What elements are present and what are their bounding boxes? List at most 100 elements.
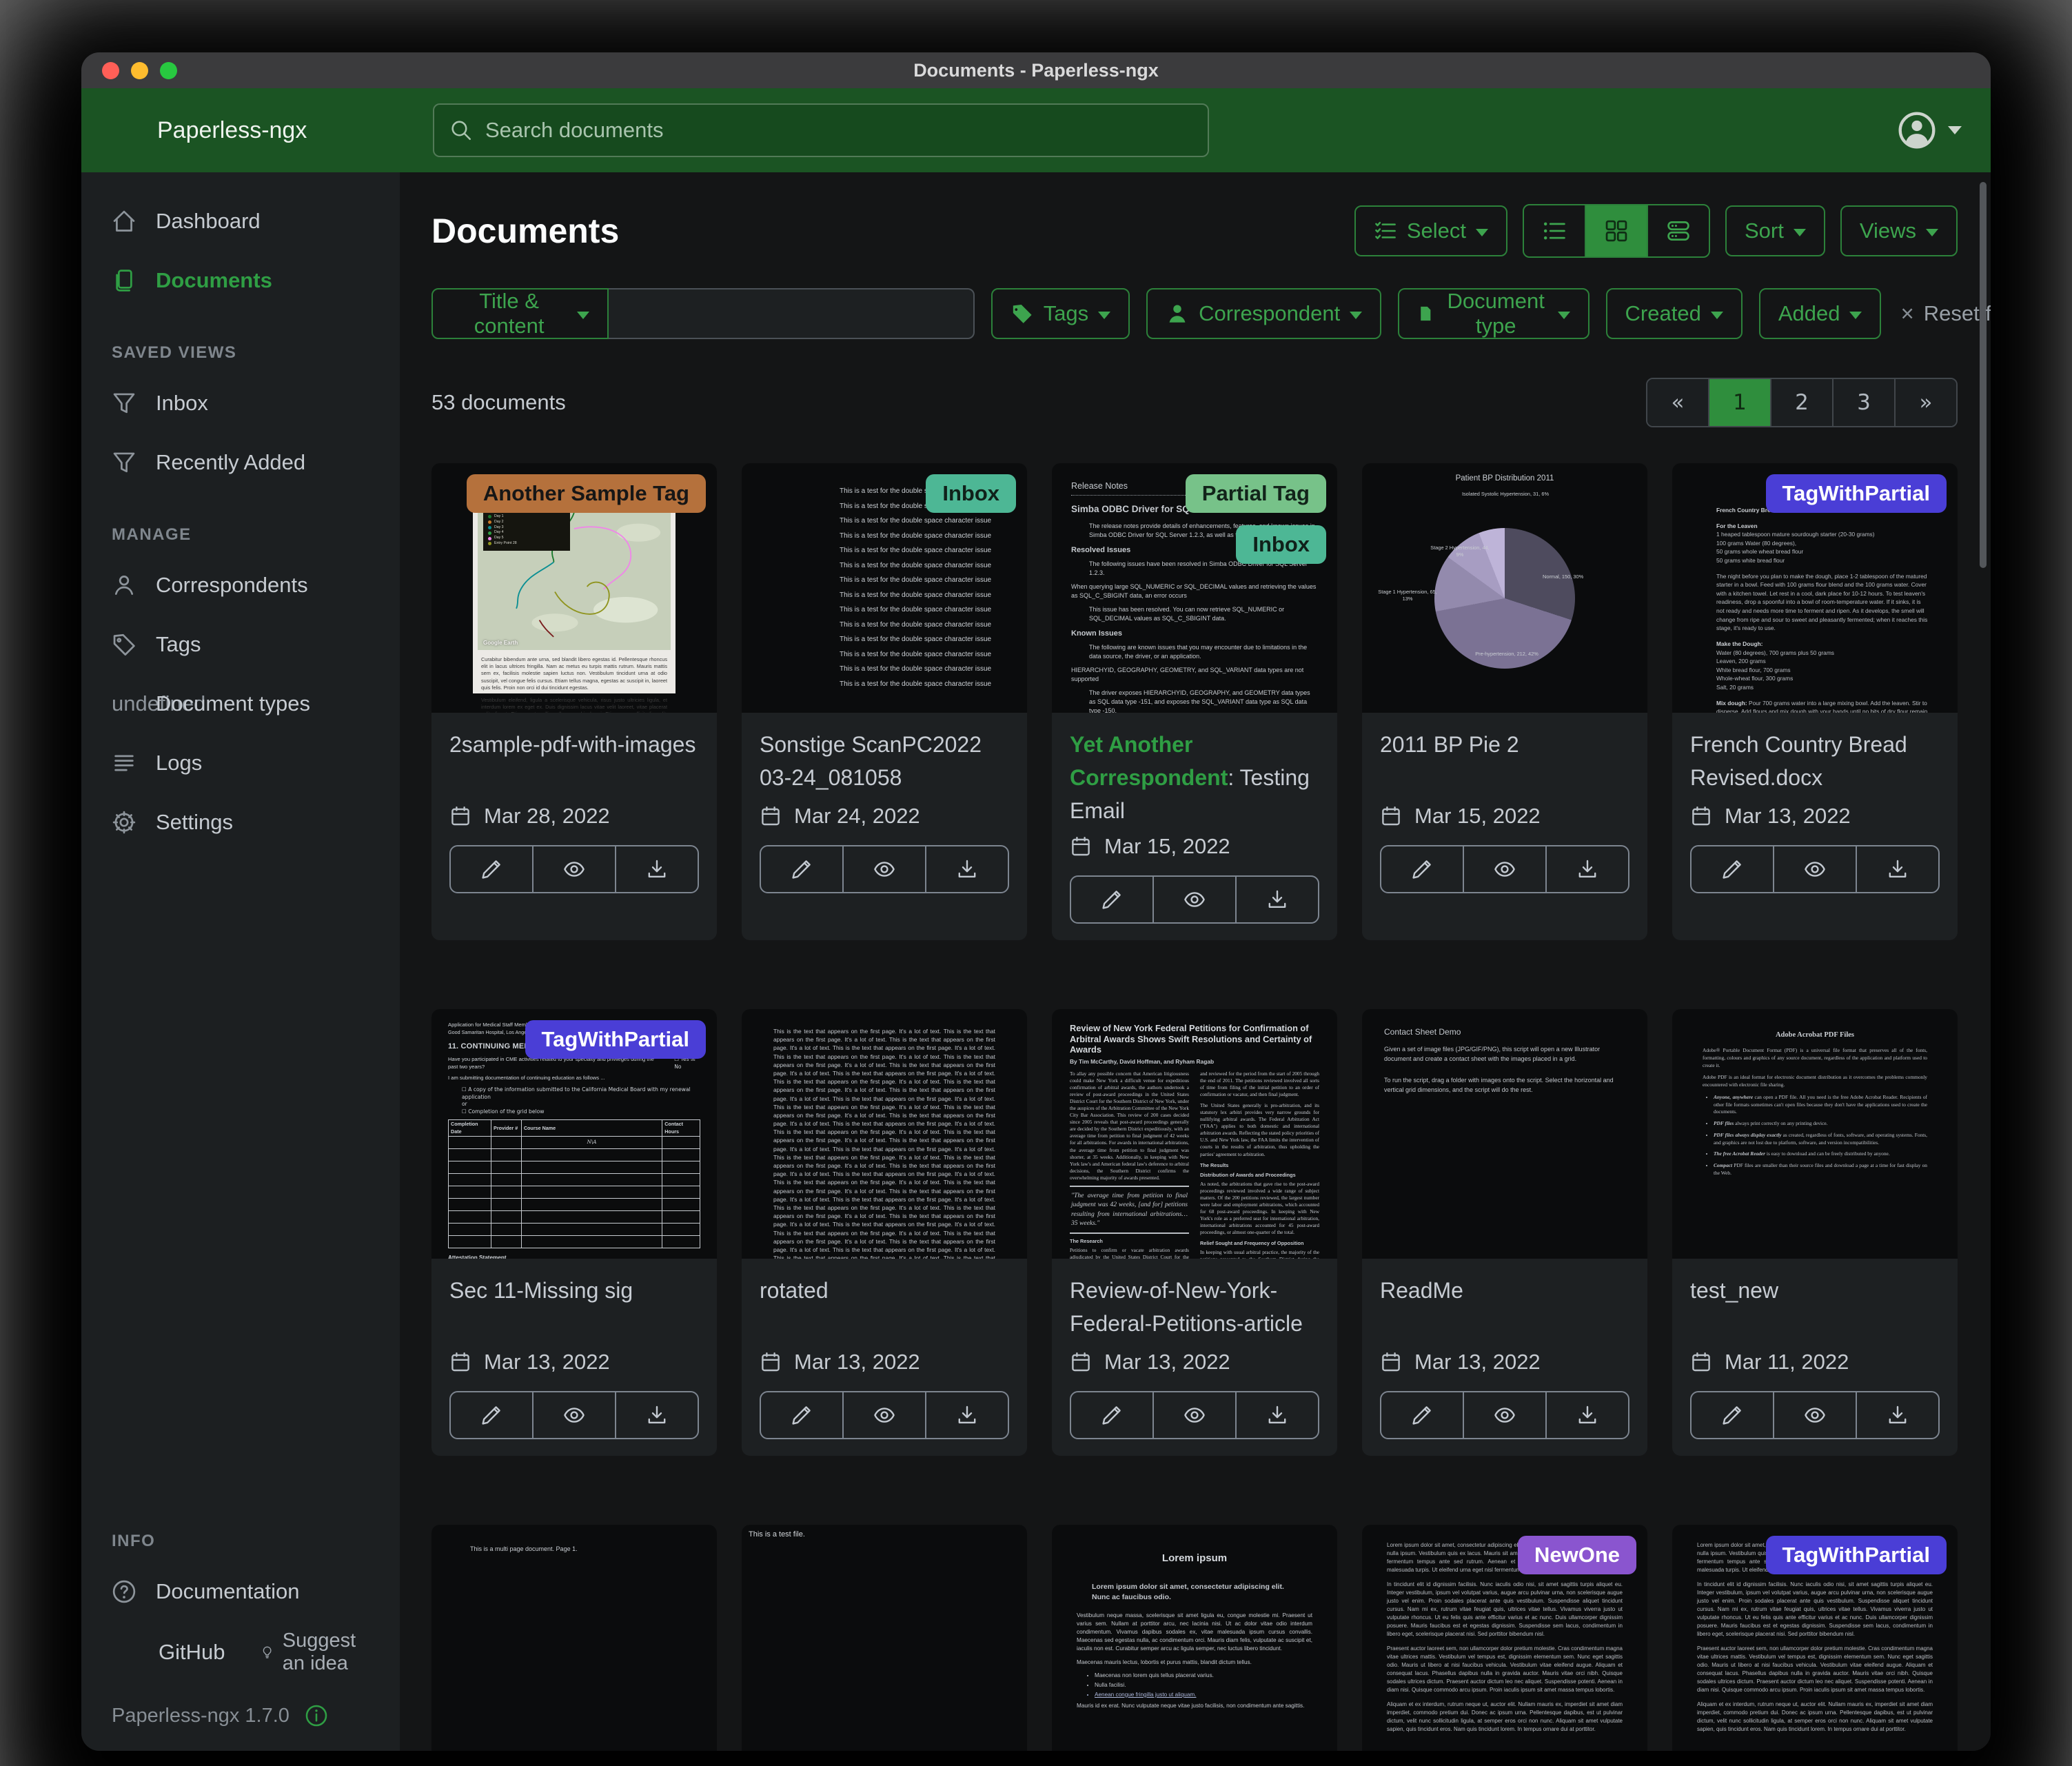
document-card[interactable]: Lorem ipsumLorem ipsum dolor sit amet, c… bbox=[1052, 1525, 1337, 1751]
document-card[interactable]: Patient BP Distribution 2011Normal, 150,… bbox=[1362, 463, 1647, 940]
tag-badge[interactable]: Inbox bbox=[1236, 525, 1326, 564]
sidebar-item-correspondents[interactable]: Correspondents bbox=[81, 556, 400, 615]
filter-tags-button[interactable]: Tags bbox=[991, 288, 1130, 339]
tag-badge[interactable]: Partial Tag bbox=[1186, 474, 1326, 513]
download-button[interactable] bbox=[925, 1392, 1008, 1438]
document-card[interactable]: Release NotesSimba ODBC Driver for SQL S… bbox=[1052, 463, 1337, 940]
download-button[interactable] bbox=[615, 846, 698, 892]
select-button[interactable]: Select bbox=[1354, 205, 1507, 256]
edit-button[interactable] bbox=[1692, 846, 1773, 892]
filter-document-type-button[interactable]: Document type bbox=[1398, 288, 1589, 339]
document-thumbnail[interactable]: Adobe Acrobat PDF FilesAdobe® Portable D… bbox=[1672, 1009, 1958, 1259]
tag-badge[interactable]: TagWithPartial bbox=[1766, 474, 1947, 513]
pagination-page[interactable]: 1 bbox=[1708, 379, 1770, 426]
suggest-idea-link[interactable]: Suggest an idea bbox=[261, 1630, 369, 1675]
view-button[interactable] bbox=[532, 846, 615, 892]
tag-badge[interactable]: TagWithPartial bbox=[525, 1020, 706, 1059]
tag-badge[interactable]: Another Sample Tag bbox=[467, 474, 706, 513]
edit-button[interactable] bbox=[1071, 1392, 1152, 1438]
view-button[interactable] bbox=[1152, 877, 1235, 922]
zoom-window-button[interactable] bbox=[160, 62, 177, 79]
document-title[interactable]: test_new bbox=[1690, 1274, 1940, 1343]
document-thumbnail[interactable]: French Country BreadFor the Leaven1 heap… bbox=[1672, 463, 1958, 713]
search-input[interactable]: Search documents bbox=[433, 103, 1209, 157]
sidebar-item-github[interactable]: GitHub bbox=[112, 1621, 225, 1683]
view-button[interactable] bbox=[1463, 846, 1545, 892]
view-mode-list-button[interactable] bbox=[1524, 205, 1585, 256]
edit-button[interactable] bbox=[1071, 877, 1152, 922]
document-title[interactable]: rotated bbox=[760, 1274, 1009, 1343]
filter-text-input[interactable] bbox=[609, 288, 974, 339]
document-title[interactable]: French Country Bread Revised.docx bbox=[1690, 728, 1940, 797]
view-button[interactable] bbox=[1463, 1392, 1545, 1438]
download-button[interactable] bbox=[1545, 846, 1628, 892]
edit-button[interactable] bbox=[1381, 1392, 1463, 1438]
document-title[interactable]: Yet Another Correspondent: Testing Email bbox=[1070, 728, 1319, 827]
sidebar-item-logs[interactable]: Logs bbox=[81, 733, 400, 793]
view-mode-detail-button[interactable] bbox=[1647, 205, 1709, 256]
view-button[interactable] bbox=[1773, 846, 1856, 892]
view-button[interactable] bbox=[1152, 1392, 1235, 1438]
document-title[interactable]: ReadMe bbox=[1380, 1274, 1629, 1343]
pagination-page[interactable]: 2 bbox=[1770, 379, 1832, 426]
document-title[interactable]: 2sample-pdf-with-images bbox=[449, 728, 699, 797]
sidebar-item-documentation[interactable]: Documentation bbox=[81, 1562, 400, 1621]
document-correspondent[interactable]: Yet Another Correspondent bbox=[1070, 732, 1228, 790]
pagination-next[interactable]: » bbox=[1894, 379, 1956, 426]
edit-button[interactable] bbox=[1692, 1392, 1773, 1438]
download-button[interactable] bbox=[1856, 846, 1938, 892]
edit-button[interactable] bbox=[451, 1392, 532, 1438]
document-card[interactable]: Review of New York Federal Petitions for… bbox=[1052, 1009, 1337, 1456]
filter-field-button[interactable]: Title & content bbox=[431, 288, 609, 339]
document-thumbnail[interactable]: This is a multi page document. Page 1. bbox=[431, 1525, 717, 1751]
view-button[interactable] bbox=[532, 1392, 615, 1438]
edit-button[interactable] bbox=[761, 846, 842, 892]
view-button[interactable] bbox=[1773, 1392, 1856, 1438]
document-thumbnail[interactable]: Review of New York Federal Petitions for… bbox=[1052, 1009, 1337, 1259]
document-card[interactable]: This is a test file.simple txt file bbox=[742, 1525, 1027, 1751]
scrollbar-thumb[interactable] bbox=[1980, 182, 1987, 568]
sidebar-item-documents[interactable]: Documents bbox=[81, 251, 400, 310]
document-card[interactable]: Lorem ipsum dolor sit amet, consectetur … bbox=[1672, 1525, 1958, 1751]
brand[interactable]: Paperless-ngx bbox=[110, 114, 433, 147]
edit-button[interactable] bbox=[761, 1392, 842, 1438]
filter-correspondent-button[interactable]: Correspondent bbox=[1146, 288, 1381, 339]
document-title[interactable]: 2011 BP Pie 2 bbox=[1380, 728, 1629, 797]
document-thumbnail[interactable]: Lorem ipsum dolor sit amet, consectetur … bbox=[1672, 1525, 1958, 1751]
tag-badge[interactable]: Inbox bbox=[926, 474, 1016, 513]
document-card[interactable]: French Country BreadFor the Leaven1 heap… bbox=[1672, 463, 1958, 940]
sidebar-item-dashboard[interactable]: Dashboard bbox=[81, 192, 400, 251]
filter-created-button[interactable]: Created bbox=[1606, 288, 1743, 339]
view-button[interactable] bbox=[842, 846, 925, 892]
document-title[interactable]: Sonstige ScanPC2022 03-24_081058 bbox=[760, 728, 1009, 797]
close-window-button[interactable] bbox=[102, 62, 119, 79]
minimize-window-button[interactable] bbox=[131, 62, 148, 79]
sidebar-item-recently-added[interactable]: Recently Added bbox=[81, 433, 400, 492]
download-button[interactable] bbox=[1545, 1392, 1628, 1438]
download-button[interactable] bbox=[925, 846, 1008, 892]
sidebar-item-document-types[interactable]: undefinedDocument types bbox=[81, 674, 400, 733]
pagination-page[interactable]: 3 bbox=[1832, 379, 1894, 426]
document-card[interactable]: Application for Medical Staff Membership… bbox=[431, 1009, 717, 1456]
document-thumbnail[interactable]: Patient BP Distribution 2011Normal, 150,… bbox=[1362, 463, 1647, 713]
download-button[interactable] bbox=[1235, 1392, 1318, 1438]
edit-button[interactable] bbox=[1381, 846, 1463, 892]
document-thumbnail[interactable]: This is a test for the double space char… bbox=[742, 463, 1027, 713]
sidebar-item-settings[interactable]: Settings bbox=[81, 793, 400, 852]
sidebar-item-tags[interactable]: Tags bbox=[81, 615, 400, 674]
view-mode-grid-button[interactable] bbox=[1585, 205, 1647, 256]
sidebar-item-inbox[interactable]: Inbox bbox=[81, 374, 400, 433]
document-card[interactable]: Contact Sheet DemoGiven a set of image f… bbox=[1362, 1009, 1647, 1456]
views-button[interactable]: Views bbox=[1840, 205, 1958, 256]
document-card[interactable]: This is the text that appears on the fir… bbox=[742, 1009, 1027, 1456]
document-card[interactable]: This is a test for the double space char… bbox=[742, 463, 1027, 940]
document-thumbnail[interactable]: This is the text that appears on the fir… bbox=[742, 1009, 1027, 1259]
document-thumbnail[interactable]: Release NotesSimba ODBC Driver for SQL S… bbox=[1052, 463, 1337, 713]
download-button[interactable] bbox=[615, 1392, 698, 1438]
document-thumbnail[interactable]: Application for Medical Staff Membership… bbox=[431, 1009, 717, 1259]
document-title[interactable]: Review-of-New-York-Federal-Petitions-art… bbox=[1070, 1274, 1319, 1343]
pagination-prev[interactable]: « bbox=[1647, 379, 1708, 426]
document-card[interactable]: Lorem ipsum dolor sit amet, consectetur … bbox=[1362, 1525, 1647, 1751]
document-title[interactable]: Sec 11-Missing sig bbox=[449, 1274, 699, 1343]
sort-button[interactable]: Sort bbox=[1725, 205, 1825, 256]
